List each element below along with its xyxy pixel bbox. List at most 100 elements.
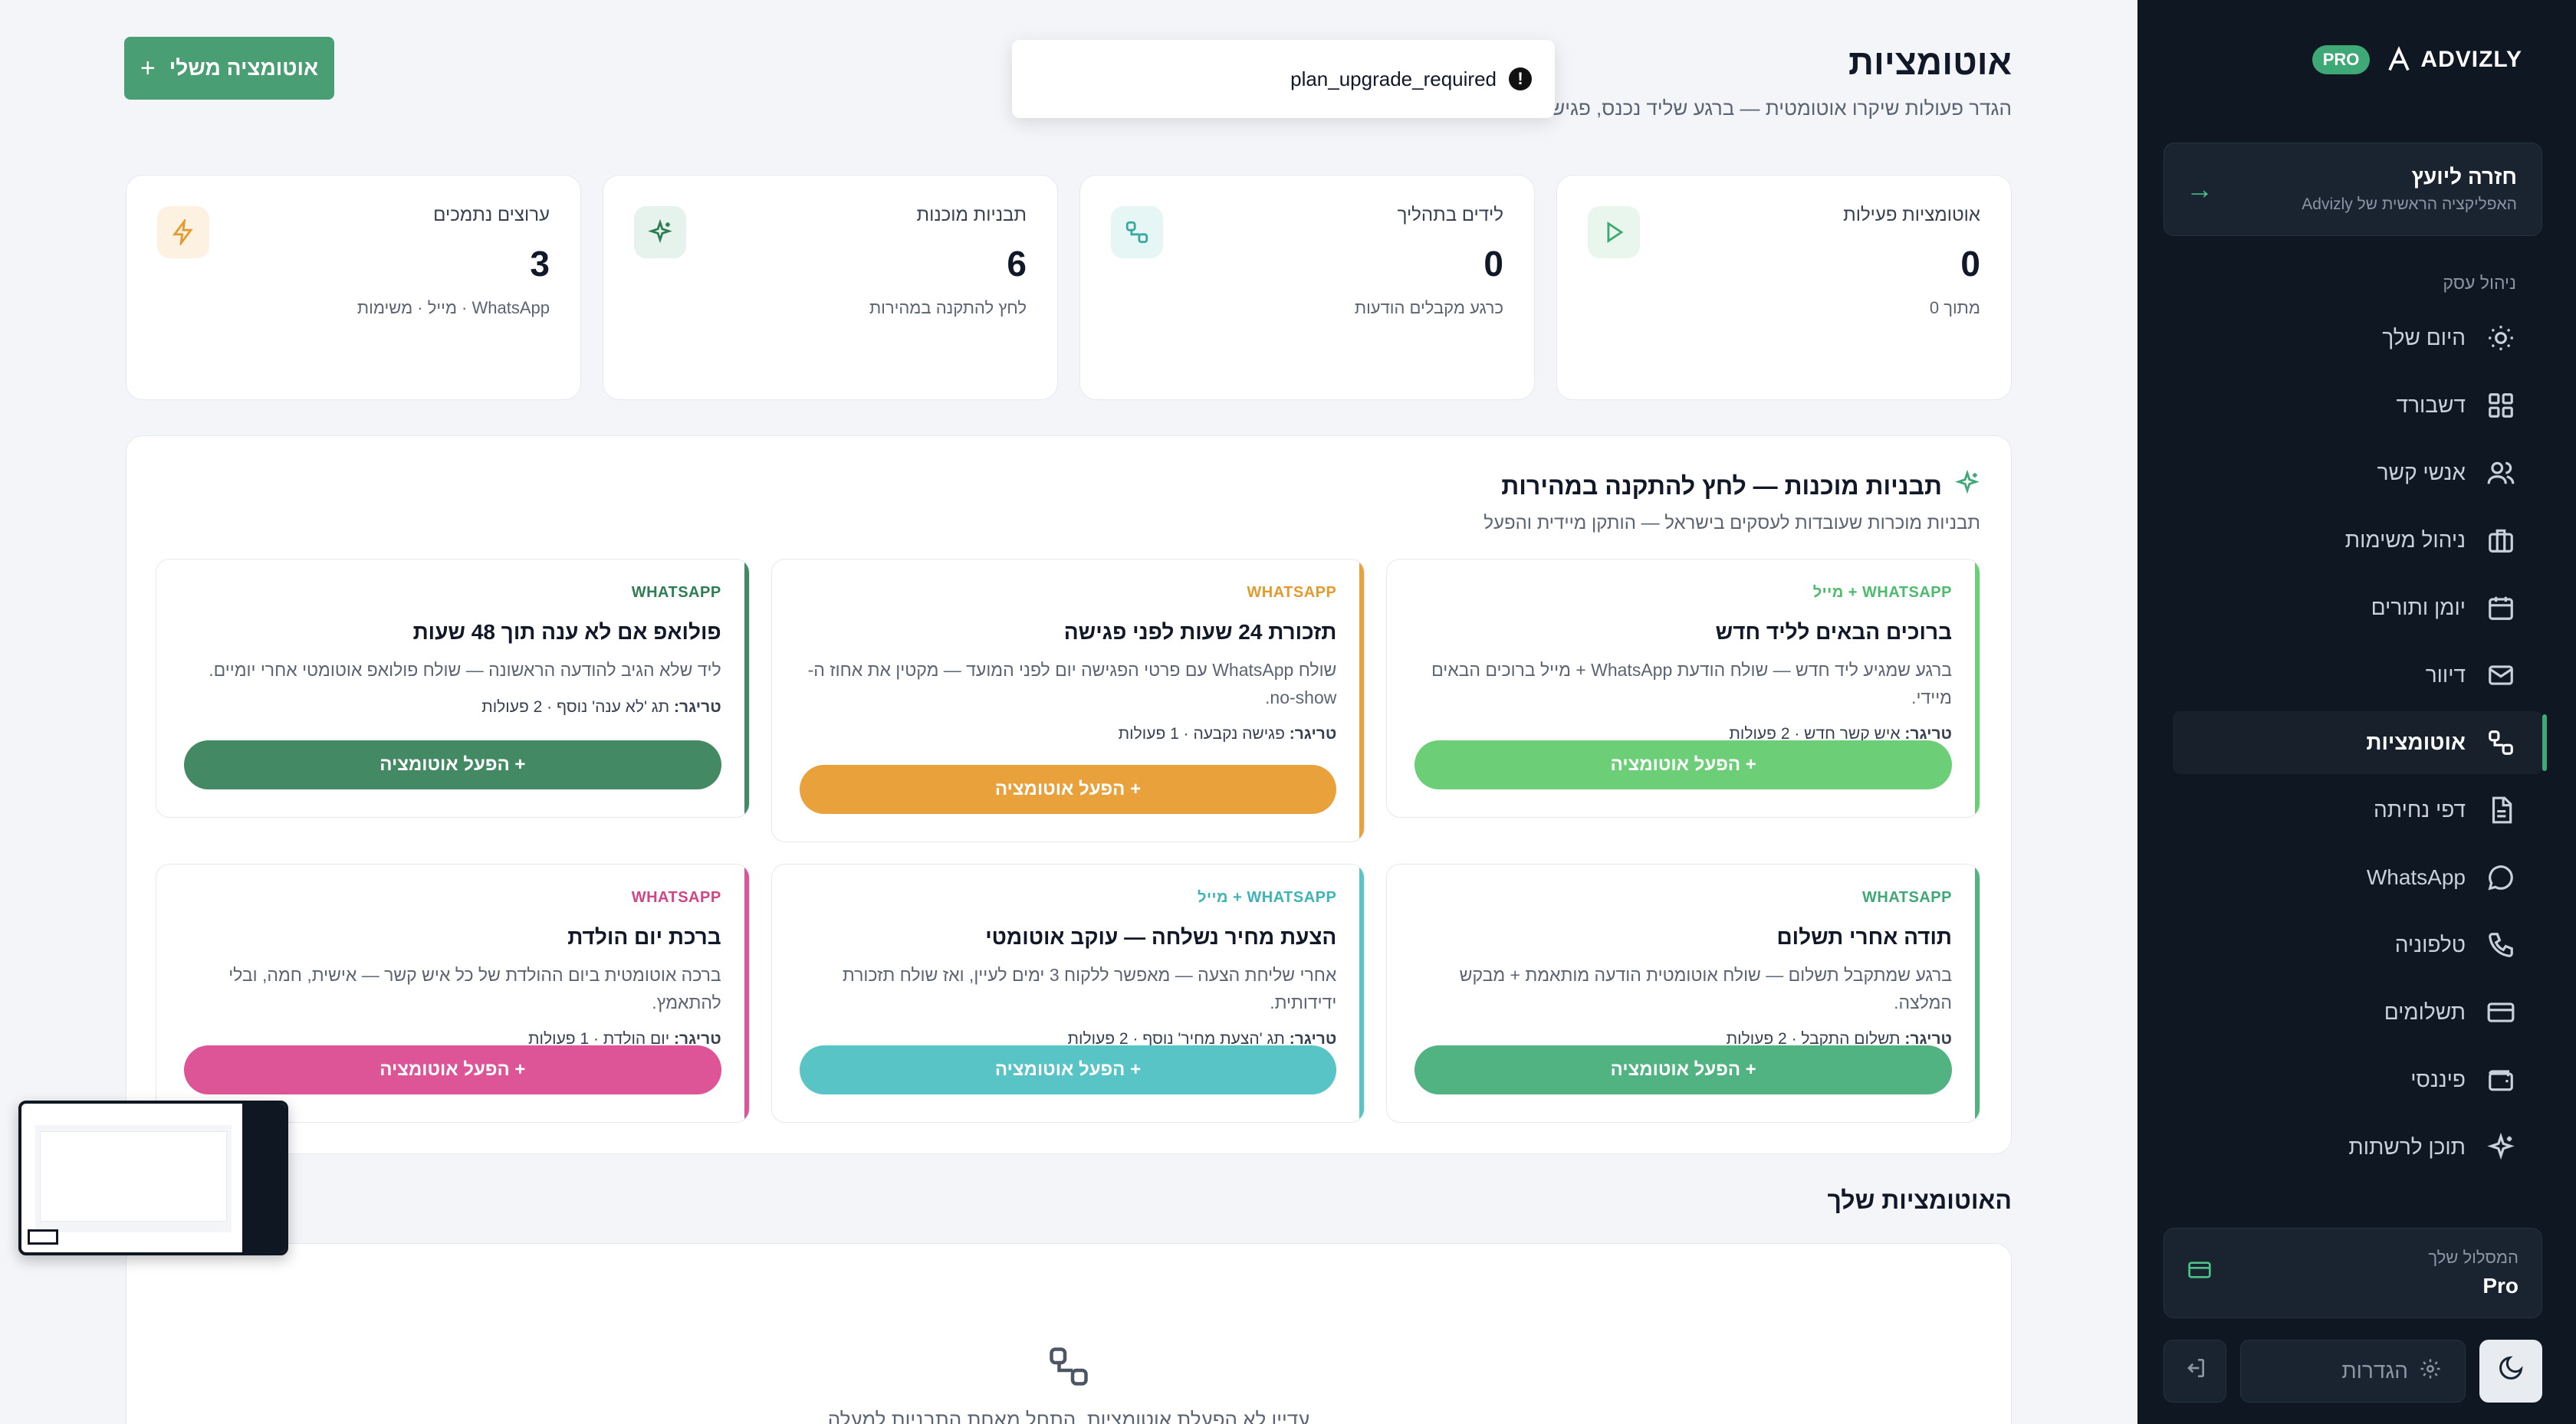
activate-automation-button[interactable]: + הפעל אוטומציה — [1414, 1045, 1952, 1094]
activate-automation-button[interactable]: + הפעל אוטומציה — [1414, 740, 1952, 789]
sidebar-item-automations[interactable]: אוטומציות — [2173, 711, 2547, 774]
activate-automation-button[interactable]: + הפעל אוטומציה — [799, 1045, 1337, 1094]
my-automation-button-label: אוטומציה משלי — [169, 56, 319, 80]
sidebar-item-label: אנשי קשר — [2377, 461, 2466, 484]
sidebar-item-payments[interactable]: תשלומים — [2173, 981, 2542, 1044]
empty-state-text: עדיין לא הפעלת אוטומציות. התחל מאחת התבנ… — [827, 1408, 1310, 1424]
stat-value: 0 — [1484, 244, 1503, 284]
templates-grid: WHATSAPP + מייל ברוכים הבאים לליד חדש בר… — [156, 559, 1980, 1123]
channel-label: WHATSAPP + מייל — [1198, 889, 1337, 906]
activate-automation-button[interactable]: + הפעל אוטומציה — [184, 740, 721, 789]
sidebar-item-today[interactable]: היום שלך — [2173, 307, 2542, 369]
sidebar-item-label: פיננסי — [2410, 1068, 2466, 1091]
alert-icon: ! — [1509, 67, 1532, 90]
stat-sub: מתוך 0 — [1929, 298, 1980, 317]
stat-value: 0 — [1960, 244, 1980, 284]
settings-label: הגדרות — [2341, 1359, 2408, 1383]
sidebar: ADVIZLY PRO חזרה ליועץ האפליקציה הראשית … — [2137, 0, 2576, 1424]
trigger-value: תג 'לא ענה' נוסף · 2 פעולות — [481, 697, 670, 716]
section-label: ניהול עסק — [2443, 273, 2516, 293]
trigger-value: פגישה נקבעה · 1 פעולות — [1118, 725, 1285, 743]
template-title: ברוכים הבאים לליד חדש — [1715, 620, 1952, 644]
sidebar-item-label: דיוור — [2425, 663, 2466, 687]
sidebar-item-label: WhatsApp — [2366, 865, 2466, 889]
workflow-icon — [2486, 727, 2516, 758]
sidebar-item-tasks[interactable]: ניהול משימות — [2173, 509, 2542, 572]
plan-value: Pro — [2482, 1274, 2518, 1298]
calendar-icon — [2486, 592, 2516, 623]
template-desc: ליד שלא הגיב להודעה הראשונה — שולח פולוא… — [209, 660, 721, 680]
sparkles-icon — [634, 206, 686, 258]
sidebar-item-label: היום שלך — [2382, 326, 2466, 349]
briefcase-icon — [2486, 525, 2516, 556]
sparkles-icon — [2486, 1132, 2516, 1163]
template-card: WHATSAPP תזכורת 24 שעות לפני פגישה שולח … — [770, 559, 1365, 842]
stats-row: אוטומציות פעילות 0 מתוך 0 לידים בתהליך 0… — [126, 175, 2012, 400]
my-automation-button[interactable]: אוטומציה משלי + — [124, 37, 334, 100]
sidebar-item-mailing[interactable]: דיוור — [2173, 644, 2542, 707]
your-automations-panel: עדיין לא הפעלת אוטומציות. התחל מאחת התבנ… — [126, 1243, 2012, 1424]
trigger-label: טריגר: — [674, 697, 721, 716]
toast-message: plan_upgrade_required — [1290, 67, 1497, 90]
main-content: אוטומציות הגדר פעולות שיקרו אוטומטית — ב… — [0, 0, 2137, 1424]
template-trigger: טריגר: פגישה נקבעה · 1 פעולות — [800, 725, 1337, 743]
plan-card[interactable]: המסלול שלך Pro — [2164, 1228, 2542, 1318]
stat-value: 6 — [1007, 244, 1027, 284]
settings-button[interactable]: הגדרות — [2240, 1340, 2466, 1403]
sidebar-item-contacts[interactable]: אנשי קשר — [2173, 441, 2542, 504]
logout-button[interactable] — [2164, 1340, 2226, 1403]
wallet-icon — [2486, 1065, 2516, 1095]
templates-heading: תבניות מוכנות — לחץ להתקנה במהירות — [1501, 469, 1980, 503]
preview-control[interactable] — [28, 1229, 58, 1245]
page-subtitle: הגדר פעולות שיקרו אוטומטית — ברגע שליד נ… — [1524, 97, 2012, 120]
template-desc: אחרי שליחת הצעה — מאפשר ללקוח 3 ימים לעי… — [842, 965, 1337, 1012]
sidebar-item-calendar[interactable]: יומן ותורים — [2173, 576, 2542, 639]
moon-icon — [2497, 1354, 2525, 1389]
sidebar-item-label: טלפוניה — [2394, 933, 2466, 956]
stat-label: לידים בתהליך — [1397, 205, 1503, 225]
error-toast: ! plan_upgrade_required — [1012, 40, 1555, 118]
file-icon — [2486, 795, 2516, 825]
back-card-subtitle: האפליקציה הראשית של Advizly — [2302, 195, 2517, 213]
stat-label: תבניות מוכנות — [916, 205, 1027, 225]
sidebar-item-dashboard[interactable]: דשבורד — [2173, 374, 2542, 437]
template-card: WHATSAPP + מייל ברוכים הבאים לליד חדש בר… — [1386, 559, 1980, 818]
template-desc: ברכה אוטומטית ביום ההולדת של כל איש קשר … — [228, 965, 721, 1012]
logout-icon — [2183, 1356, 2207, 1386]
activate-automation-button[interactable]: + הפעל אוטומציה — [799, 765, 1337, 814]
sidebar-item-label: דשבורד — [2396, 393, 2466, 417]
template-title: ברכת יום הולדת — [567, 925, 721, 949]
sun-icon — [2486, 323, 2516, 353]
sidebar-item-finance[interactable]: פיננסי — [2173, 1048, 2542, 1111]
bolt-icon — [157, 206, 209, 258]
sidebar-item-telephony[interactable]: טלפוניה — [2173, 914, 2542, 976]
card-accent-bar — [1975, 559, 1980, 817]
workflow-icon — [1111, 206, 1163, 258]
channel-label: WHATSAPP — [631, 889, 721, 906]
sidebar-item-whatsapp[interactable]: WhatsApp — [2173, 846, 2542, 909]
channel-label: WHATSAPP — [1247, 584, 1337, 601]
activate-automation-button[interactable]: + הפעל אוטומציה — [184, 1045, 721, 1094]
arrow-right-icon: → — [2186, 173, 2213, 205]
template-card: WHATSAPP ברכת יום הולדת ברכה אוטומטית בי… — [156, 864, 750, 1123]
app-window: אוטומציות הגדר פעולות שיקרו אוטומטית — ב… — [0, 0, 2576, 1424]
stat-label: ערוצים נתמכים — [433, 205, 550, 225]
stat-sub: WhatsApp · מייל · משימות — [356, 298, 550, 317]
sidebar-item-landing-pages[interactable]: דפי נחיתה — [2173, 779, 2542, 842]
brand-logo[interactable]: ADVIZLY — [2385, 46, 2522, 74]
channel-label: WHATSAPP — [631, 584, 721, 601]
sidebar-item-label: יומן ותורים — [2371, 596, 2466, 619]
sidebar-item-social-content[interactable]: תוכן לרשתות — [2173, 1116, 2542, 1179]
stat-sub: לחץ להתקנה במהירות — [869, 298, 1027, 317]
template-card: WHATSAPP + מייל הצעת מחיר נשלחה — עוקב א… — [770, 864, 1365, 1123]
sparkles-icon — [1954, 469, 1980, 503]
screen-share-preview[interactable] — [18, 1101, 288, 1255]
page-title: אוטומציות — [1848, 42, 2012, 82]
theme-toggle-button[interactable] — [2479, 1340, 2542, 1403]
back-to-advisor-button[interactable]: חזרה ליועץ האפליקציה הראשית של Advizly → — [2164, 143, 2542, 236]
sidebar-item-label: ניהול משימות — [2344, 528, 2466, 552]
credit-card-icon — [2486, 997, 2516, 1028]
users-icon — [2486, 458, 2516, 488]
trigger-label: טריגר: — [1289, 725, 1337, 743]
card-accent-bar — [1359, 865, 1365, 1122]
